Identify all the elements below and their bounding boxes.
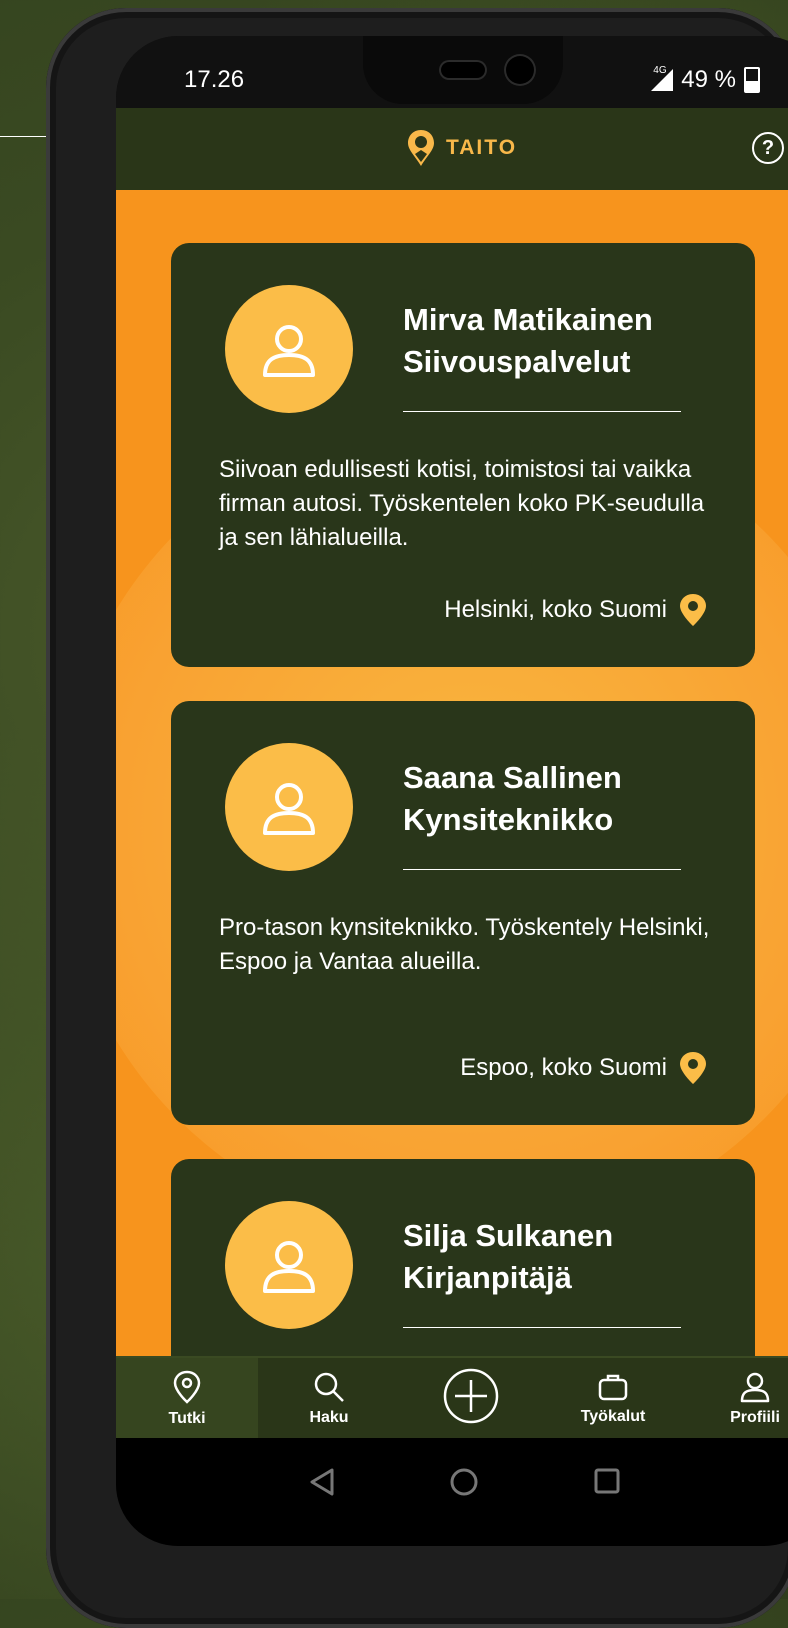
app-header: TAITO ?: [116, 108, 788, 192]
profile-description: Pro-tason kynsiteknikko. Työskentely Hel…: [219, 914, 710, 975]
location-text: Espoo, koko Suomi: [460, 1054, 667, 1081]
taito-logo-icon: [408, 130, 434, 166]
profile-list[interactable]: Mirva Matikainen Siivouspalvelut Siivoan…: [116, 190, 788, 1356]
help-button[interactable]: ?: [752, 132, 784, 164]
logo-text: TAITO: [446, 136, 518, 159]
briefcase-icon: [598, 1374, 628, 1401]
recents-icon[interactable]: [592, 1466, 622, 1496]
nav-tutki[interactable]: Tutki: [116, 1358, 258, 1440]
nav-label: Profiili: [730, 1409, 780, 1426]
profile-card[interactable]: Saana Sallinen Kynsiteknikko Pro-tason k…: [171, 701, 755, 1125]
profile-profession: Kynsiteknikko: [403, 802, 614, 837]
profile-profession: Kirjanpitäjä: [403, 1260, 572, 1295]
system-navigation-bar: [116, 1438, 788, 1546]
avatar: [225, 743, 353, 871]
camera-notch: [363, 36, 563, 104]
add-icon: [443, 1368, 499, 1424]
battery-percent: 49 %: [681, 66, 736, 93]
avatar: [225, 1201, 353, 1329]
profile-description: Siivoan edullisesti kotisi, toimistosi t…: [219, 456, 705, 551]
user-icon: [263, 783, 315, 835]
user-icon: [740, 1372, 770, 1403]
taito-logo[interactable]: TAITO: [406, 128, 517, 168]
signal-icon: 4G: [651, 65, 674, 91]
network-type: 4G: [653, 65, 667, 76]
nav-profiili[interactable]: Profiili: [684, 1358, 788, 1440]
avatar: [225, 285, 353, 413]
nav-add[interactable]: [400, 1358, 542, 1440]
profile-name: Mirva Matikainen: [403, 302, 653, 337]
map-pin-icon: [680, 594, 706, 626]
phone-frame: 17.26 4G 49 % TAITO ? Mirva Matikainen S…: [46, 8, 788, 1628]
map-pin-icon: [173, 1370, 201, 1404]
profile-name-block: Silja Sulkanen Kirjanpitäjä: [403, 1215, 613, 1299]
status-indicators: 4G 49 %: [651, 65, 760, 94]
map-pin-icon: [680, 1052, 706, 1084]
help-circle-icon: ?: [761, 136, 775, 159]
profile-card[interactable]: Mirva Matikainen Siivouspalvelut Siivoan…: [171, 243, 755, 667]
profile-name: Saana Sallinen: [403, 760, 622, 795]
divider: [403, 1327, 681, 1328]
nav-label: Tutki: [168, 1410, 206, 1427]
bottom-navigation: Tutki Haku Työkalut Profiili: [116, 1356, 788, 1440]
profile-name-block: Saana Sallinen Kynsiteknikko: [403, 757, 622, 841]
divider: [403, 869, 681, 870]
profile-name-block: Mirva Matikainen Siivouspalvelut: [403, 299, 653, 383]
home-icon[interactable]: [448, 1466, 480, 1498]
user-icon: [263, 325, 315, 377]
profile-profession: Siivouspalvelut: [403, 344, 631, 379]
divider: [403, 411, 681, 412]
profile-location: Helsinki, koko Suomi: [444, 593, 707, 627]
battery-icon: [744, 67, 760, 93]
search-icon: [314, 1372, 344, 1402]
status-bar: 17.26 4G 49 %: [116, 36, 788, 108]
profile-name: Silja Sulkanen: [403, 1218, 614, 1253]
status-time: 17.26: [184, 66, 245, 93]
profile-location: Espoo, koko Suomi: [460, 1051, 707, 1085]
nav-tyokalut[interactable]: Työkalut: [542, 1358, 684, 1440]
camera-icon: [504, 54, 536, 86]
profile-card[interactable]: Silja Sulkanen Kirjanpitäjä: [171, 1159, 755, 1356]
nav-label: Haku: [309, 1409, 349, 1426]
location-text: Helsinki, koko Suomi: [444, 596, 667, 623]
nav-label: Työkalut: [580, 1408, 646, 1425]
speaker-icon: [439, 60, 487, 80]
phone-screen: 17.26 4G 49 % TAITO ? Mirva Matikainen S…: [116, 36, 788, 1546]
nav-haku[interactable]: Haku: [258, 1358, 400, 1440]
back-icon[interactable]: [306, 1466, 338, 1498]
user-icon: [263, 1241, 315, 1293]
